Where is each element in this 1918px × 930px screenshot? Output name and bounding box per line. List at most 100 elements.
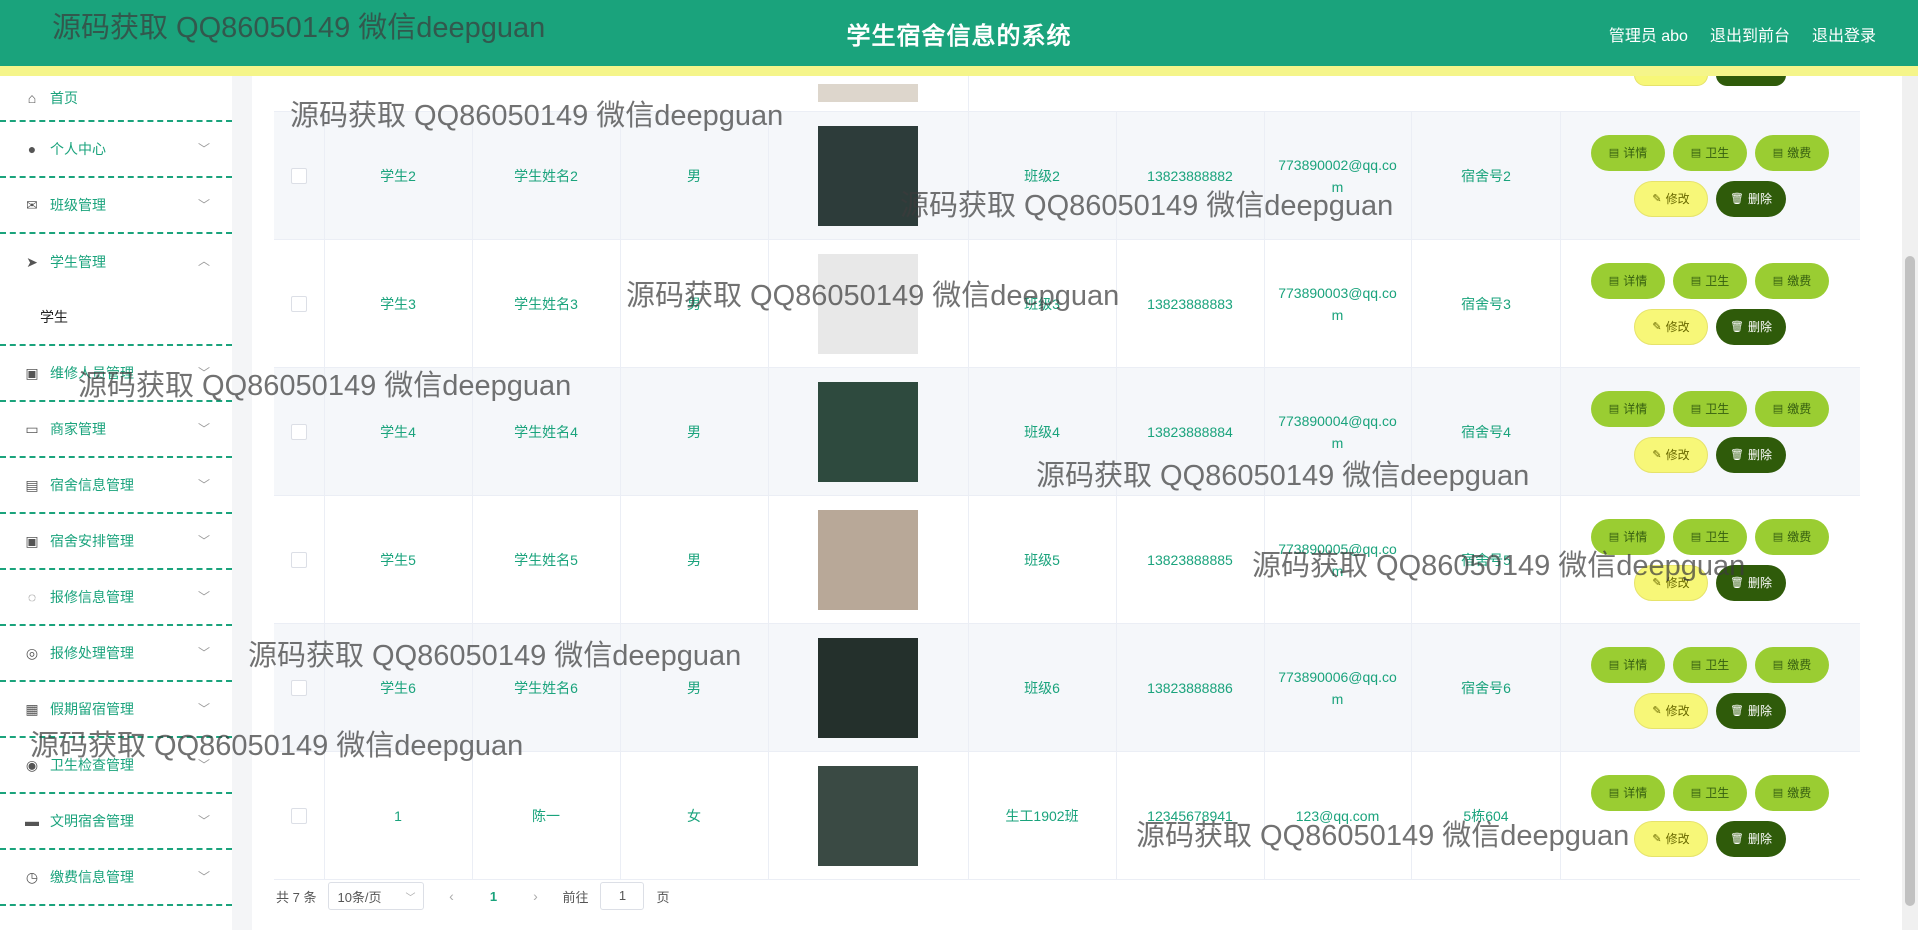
button-label: 详情 [1623,530,1648,544]
gender-cell: 男 [620,112,769,239]
document-icon: ▤ [1608,147,1620,159]
table-row [274,76,1860,112]
detail-button[interactable]: ▤ 详情 [1591,390,1665,427]
sidebar-item-repair-info[interactable]: ◌ 报修信息管理 ﹀ [0,570,232,626]
sidebar: ⌂ 首页 ● 个人中心 ﹀ ✉ 班级管理 ﹀ ➤ 学生管理 ︿ 学生 ▣ 维修人… [0,76,232,930]
delete-button[interactable]: 🗑 删除 [1716,820,1786,857]
detail-button[interactable]: ▤ 详情 [1591,646,1665,683]
sidebar-item-label: 报修信息管理 [50,589,134,605]
detail-button[interactable]: ▤ 详情 [1591,774,1665,811]
delete-button[interactable]: 🗑 删除 [1716,692,1786,729]
goto-page-input[interactable]: 1 [600,882,645,910]
fee-button[interactable]: ▤ 缴费 [1755,262,1829,299]
hygiene-button[interactable]: ▤ 卫生 [1673,774,1747,811]
next-page-button[interactable]: › [520,888,550,904]
edit-button[interactable]: ✎ 修改 [1634,180,1708,217]
hygiene-button[interactable]: ▤ 卫生 [1673,262,1747,299]
detail-button[interactable]: ▤ 详情 [1591,134,1665,171]
edit-button[interactable] [1634,76,1708,86]
detail-button[interactable]: ▤ 详情 [1591,262,1665,299]
sidebar-item-civil-dorm[interactable]: ▬ 文明宿舍管理 ﹀ [0,794,232,850]
logout-link[interactable]: 退出登录 [1812,22,1876,46]
sidebar-item-hygiene-check[interactable]: ◉ 卫生检查管理 ﹀ [0,738,232,794]
sidebar-item-home[interactable]: ⌂ 首页 [0,76,232,122]
hygiene-button[interactable]: ▤ 卫生 [1673,390,1747,427]
sidebar-item-dorm-arrange[interactable]: ▣ 宿舍安排管理 ﹀ [0,514,232,570]
current-page[interactable]: 1 [478,889,508,904]
sidebar-item-repair-process[interactable]: ◎ 报修处理管理 ﹀ [0,626,232,682]
card-icon: ▭ [25,421,39,437]
phone-cell: 13823888883 [1116,240,1265,367]
document-icon: ▤ [1608,403,1620,415]
hygiene-button[interactable]: ▤ 卫生 [1673,646,1747,683]
edit-button[interactable]: ✎ 修改 [1634,436,1708,473]
sidebar-item-holiday-stay[interactable]: ▦ 假期留宿管理 ﹀ [0,682,232,738]
sidebar-item-class[interactable]: ✉ 班级管理 ﹀ [0,178,232,234]
sidebar-item-dorm-info[interactable]: ▤ 宿舍信息管理 ﹀ [0,458,232,514]
table-row: 学生5 学生姓名5 男 班级5 13823888885 773890005@qq… [274,496,1860,624]
user-icon: ● [27,141,37,157]
sidebar-item-student[interactable]: ➤ 学生管理 ︿ [0,234,232,290]
dorm-cell: 宿舍号2 [1412,112,1561,239]
document-icon: ▤ [1608,531,1620,543]
fee-button[interactable]: ▤ 缴费 [1755,518,1829,555]
pencil-icon: ✎ [1652,193,1662,205]
button-label: 缴费 [1787,402,1812,416]
sidebar-item-label: 文明宿舍管理 [50,813,134,829]
hygiene-button[interactable]: ▤ 卫生 [1673,518,1747,555]
actions-cell: ▤ 详情 ▤ 卫生 ▤ 缴费 ✎ 修改 🗑 删除 [1560,624,1860,751]
prev-page-button[interactable]: ‹ [436,888,466,904]
class-cell: 班级5 [968,496,1117,623]
edit-button[interactable]: ✎ 修改 [1634,308,1708,345]
document-icon: ▤ [1772,659,1784,671]
row-checkbox[interactable] [291,423,307,440]
back-to-front-link[interactable]: 退出到前台 [1710,22,1790,46]
checkbox-cell [274,752,325,879]
class-cell: 生工1902班 [968,752,1117,879]
edit-button[interactable]: ✎ 修改 [1634,692,1708,729]
chevron-down-icon: ﹀ [197,422,210,436]
sidebar-item-fee-info[interactable]: ◷ 缴费信息管理 ﹀ [0,850,232,906]
row-checkbox[interactable] [291,295,307,312]
fee-button[interactable]: ▤ 缴费 [1755,390,1829,427]
chevron-down-icon: ﹀ [197,646,210,660]
main-content: 学生2 学生姓名2 男 班级2 13823888882 773890002@qq… [252,76,1902,930]
class-cell: 班级2 [968,112,1117,239]
page-size-select[interactable]: 10条/页 ﹀ [328,882,425,910]
sidebar-item-merchant[interactable]: ▭ 商家管理 ﹀ [0,402,232,458]
delete-button[interactable]: 🗑 删除 [1716,180,1786,217]
fee-button[interactable]: ▤ 缴费 [1755,774,1829,811]
row-checkbox[interactable] [291,551,307,568]
detail-button[interactable]: ▤ 详情 [1591,518,1665,555]
edit-button[interactable]: ✎ 修改 [1634,820,1708,857]
fee-button[interactable]: ▤ 缴费 [1755,646,1829,683]
delete-button[interactable]: 🗑 删除 [1716,436,1786,473]
vertical-scrollbar[interactable] [1902,76,1918,930]
sidebar-subitem-student[interactable]: 学生 [0,290,232,346]
student-id-cell: 学生3 [324,240,473,367]
actions-cell [1560,76,1860,111]
fee-button[interactable]: ▤ 缴费 [1755,134,1829,171]
scrollbar-thumb[interactable] [1905,256,1915,906]
row-checkbox[interactable] [291,807,307,824]
edit-button[interactable]: ✎ 修改 [1634,564,1708,601]
delete-button[interactable] [1716,76,1786,86]
row-checkbox[interactable] [291,679,307,696]
button-label: 卫生 [1705,402,1730,416]
phone-cell: 13823888884 [1116,368,1265,495]
photo-cell [768,240,969,367]
button-label: 删除 [1747,704,1772,718]
button-label: 卫生 [1705,146,1730,160]
row-checkbox[interactable] [291,167,307,184]
actions-cell: ▤ 详情 ▤ 卫生 ▤ 缴费 ✎ 修改 🗑 删除 [1560,368,1860,495]
hygiene-button[interactable]: ▤ 卫生 [1673,134,1747,171]
student-name-cell: 学生姓名6 [472,624,621,751]
sidebar-item-profile[interactable]: ● 个人中心 ﹀ [0,122,232,178]
delete-button[interactable]: 🗑 删除 [1716,308,1786,345]
pencil-icon: ✎ [1652,705,1662,717]
trash-icon: 🗑 [1730,833,1744,845]
delete-button[interactable]: 🗑 删除 [1716,564,1786,601]
sidebar-item-label: 首页 [50,90,78,106]
sidebar-item-repair-staff[interactable]: ▣ 维修人员管理 ﹀ [0,346,232,402]
gender-cell: 男 [620,240,769,367]
